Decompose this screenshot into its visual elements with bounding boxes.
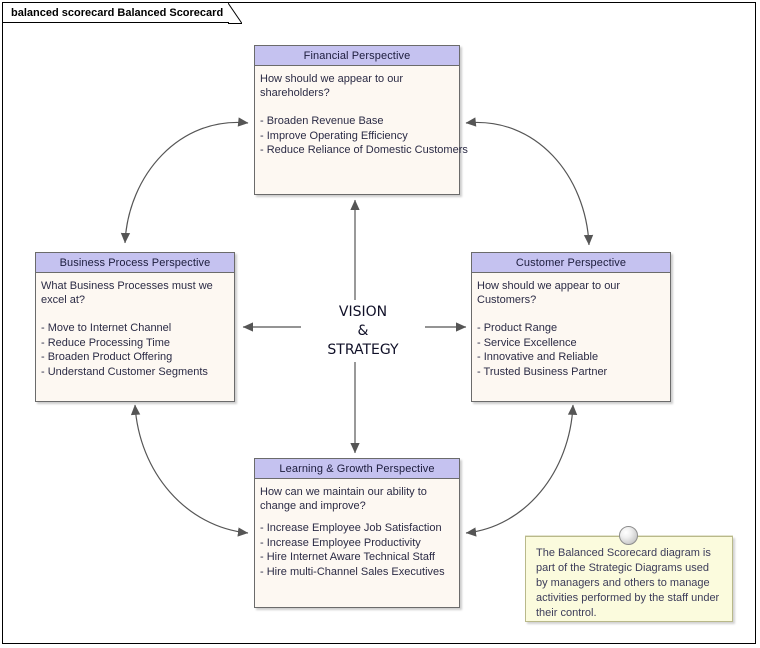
note-text: The Balanced Scorecard diagram is part o…	[536, 547, 720, 619]
connector-customer-financial	[465, 117, 594, 246]
list-item: - Product Range	[477, 322, 558, 334]
learning-growth-perspective-box[interactable]: Learning & Growth Perspective How can we…	[254, 458, 460, 608]
learning-growth-perspective-header: Learning & Growth Perspective	[255, 459, 459, 479]
connector-learning-business-process	[130, 404, 249, 537]
learning-growth-perspective-title: Learning & Growth Perspective	[279, 462, 435, 475]
diagram-title-label: balanced scorecard Balanced Scorecard	[11, 6, 224, 19]
financial-perspective-box[interactable]: Financial Perspective How should we appe…	[254, 45, 468, 195]
vision-line-1: VISION	[338, 304, 388, 320]
list-item: - Broaden Revenue Base	[260, 115, 384, 127]
vision-line-2: &	[357, 323, 369, 339]
vision-line-3: STRATEGY	[327, 342, 399, 358]
business-process-perspective-box[interactable]: Business Process Perspective What Busine…	[35, 252, 235, 402]
list-item: - Move to Internet Channel	[41, 322, 172, 334]
vision-strategy-label: VISION & STRATEGY	[301, 301, 425, 362]
customer-perspective-title: Customer Perspective	[515, 256, 627, 269]
customer-perspective-header: Customer Perspective	[472, 253, 670, 273]
list-item: - Increase Employee Job Satisfaction	[260, 522, 442, 534]
business-process-perspective-header: Business Process Perspective	[36, 253, 234, 273]
customer-perspective-question: How should we appear to our Customers?	[477, 280, 621, 306]
customer-perspective-list: - Product Range - Service Excellence - I…	[477, 321, 665, 379]
note-box[interactable]: The Balanced Scorecard diagram is part o…	[525, 536, 733, 622]
list-item: - Innovative and Reliable	[477, 351, 599, 363]
list-item: - Increase Employee Productivity	[260, 536, 421, 549]
business-process-perspective-body: What Business Processes must we excel at…	[36, 273, 234, 383]
connector-learning-customer	[465, 404, 578, 537]
financial-perspective-header: Financial Perspective	[255, 46, 459, 66]
list-item: - Broaden Product Offering	[41, 351, 173, 363]
list-item: - Understand Customer Segments	[41, 365, 208, 378]
financial-perspective-title: Financial Perspective	[303, 49, 411, 62]
business-process-perspective-title: Business Process Perspective	[59, 256, 211, 269]
list-item: - Trusted Business Partner	[477, 365, 608, 378]
list-item: - Hire multi-Channel Sales Executives	[260, 565, 445, 578]
learning-growth-perspective-body: How can we maintain our ability to chang…	[255, 479, 459, 583]
diagram-canvas: balanced scorecard Balanced Scorecard Fi…	[0, 0, 760, 648]
business-process-perspective-list: - Move to Internet Channel - Reduce Proc…	[41, 321, 229, 379]
learning-growth-perspective-question: How can we maintain our ability to chang…	[260, 486, 427, 512]
financial-perspective-question: How should we appear to our shareholders…	[260, 73, 404, 99]
note-anchor-handle[interactable]	[619, 526, 638, 545]
financial-perspective-list: - Broaden Revenue Base - Improve Operati…	[260, 114, 468, 158]
learning-growth-perspective-list: - Increase Employee Job Satisfaction - I…	[260, 521, 454, 579]
connector-financial-business-process	[120, 117, 249, 244]
financial-perspective-body: How should we appear to our shareholders…	[255, 66, 468, 162]
diagram-title-tab[interactable]: balanced scorecard Balanced Scorecard	[3, 3, 243, 24]
customer-perspective-body: How should we appear to our Customers? -…	[472, 273, 670, 383]
list-item: - Improve Operating Efficiency	[260, 129, 408, 142]
customer-perspective-box[interactable]: Customer Perspective How should we appea…	[471, 252, 671, 402]
business-process-perspective-question: What Business Processes must we excel at…	[41, 280, 213, 306]
tab-slant-icon	[228, 3, 243, 24]
list-item: - Reduce Processing Time	[41, 336, 170, 349]
list-item: - Hire Internet Aware Technical Staff	[260, 551, 435, 563]
list-item: - Service Excellence	[477, 336, 577, 349]
list-item: - Reduce Reliance of Domestic Customers	[260, 144, 468, 156]
